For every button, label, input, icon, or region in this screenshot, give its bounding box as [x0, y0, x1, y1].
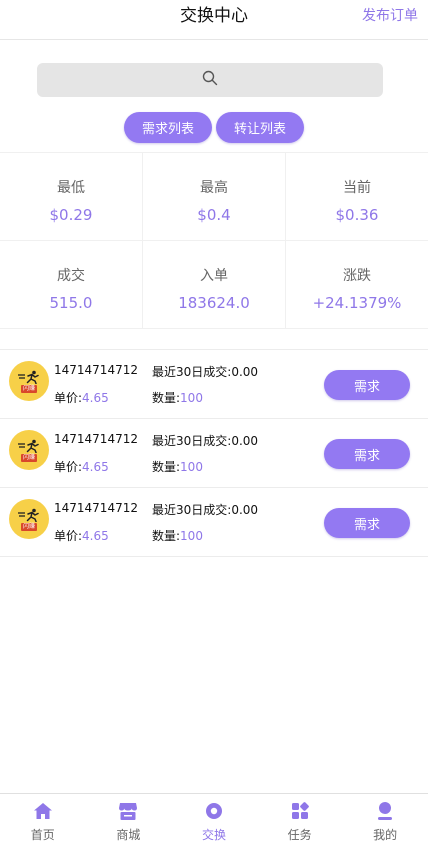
runner-logo-icon — [18, 439, 39, 453]
stat-current: 当前 $0.36 — [286, 153, 428, 240]
avatar-badge-text: 闪赚 — [20, 384, 37, 393]
list-item: 闪赚 14714714712 单价:4.65 最近30日成交:0.00 数量:1… — [0, 350, 428, 419]
list-item: 闪赚 14714714712 单价:4.65 最近30日成交:0.00 数量:1… — [0, 419, 428, 488]
tab-label: 交换 — [201, 828, 226, 842]
user-phone: 14714714712 — [54, 501, 138, 515]
stat-volume: 成交 515.0 — [0, 241, 143, 328]
recent-trades: 最近30日成交:0.00 — [152, 363, 258, 380]
stat-value: 515.0 — [49, 294, 93, 312]
tab-profile[interactable]: 我的 — [342, 794, 428, 844]
recent-trades-label: 最近30日成交: — [152, 434, 232, 448]
avatar: 闪赚 — [9, 499, 49, 539]
quantity-value: 100 — [180, 391, 203, 405]
tab-exchange[interactable]: 交换 — [171, 794, 257, 844]
transfer-list-button[interactable]: 转让列表 — [216, 112, 304, 143]
runner-logo-icon — [18, 370, 39, 384]
unit-price-label: 单价: — [54, 460, 83, 474]
home-icon — [32, 800, 54, 822]
tab-store[interactable]: 商城 — [86, 794, 172, 844]
stat-value: +24.1379% — [312, 294, 402, 312]
demand-button[interactable]: 需求 — [324, 439, 410, 469]
stat-label: 最高 — [200, 180, 228, 196]
avatar-badge-text: 闪赚 — [20, 453, 37, 462]
stat-label: 涨跌 — [343, 268, 371, 284]
profile-icon — [374, 800, 396, 822]
unit-price-value: 4.65 — [82, 391, 109, 405]
stat-label: 入单 — [200, 268, 228, 284]
unit-price-value: 4.65 — [82, 529, 109, 543]
avatar: 闪赚 — [9, 361, 49, 401]
tasks-icon — [289, 800, 311, 822]
unit-price-label: 单价: — [54, 391, 83, 405]
unit-price: 单价:4.65 — [54, 389, 109, 406]
recent-trades: 最近30日成交:0.00 — [152, 501, 258, 518]
unit-price: 单价:4.65 — [54, 527, 109, 544]
recent-trades: 最近30日成交:0.00 — [152, 432, 258, 449]
demand-button[interactable]: 需求 — [324, 370, 410, 400]
list-toggle-group: 需求列表 转让列表 — [0, 112, 428, 143]
user-phone: 14714714712 — [54, 432, 138, 446]
tab-label: 首页 — [30, 828, 55, 842]
market-stats: 最低 $0.29 最高 $0.4 当前 $0.36 成交 515.0 入单 18… — [0, 152, 428, 329]
unit-price-label: 单价: — [54, 529, 83, 543]
stat-value: $0.29 — [49, 206, 93, 224]
quantity-label: 数量: — [152, 460, 181, 474]
runner-logo-icon — [18, 508, 39, 522]
tab-tasks[interactable]: 任务 — [257, 794, 343, 844]
stat-orders-in: 入单 183624.0 — [143, 241, 286, 328]
recent-trades-label: 最近30日成交: — [152, 365, 232, 379]
quantity: 数量:100 — [152, 458, 203, 475]
avatar: 闪赚 — [9, 430, 49, 470]
stats-row: 最低 $0.29 最高 $0.4 当前 $0.36 — [0, 153, 428, 241]
recent-trades-label: 最近30日成交: — [152, 503, 232, 517]
exchange-icon — [203, 800, 225, 822]
search-icon — [202, 70, 218, 90]
demand-button[interactable]: 需求 — [324, 508, 410, 538]
stat-value: 183624.0 — [178, 294, 250, 312]
stats-row: 成交 515.0 入单 183624.0 涨跌 +24.1379% — [0, 241, 428, 329]
stat-value: $0.4 — [197, 206, 231, 224]
stat-change: 涨跌 +24.1379% — [286, 241, 428, 328]
list-item: 闪赚 14714714712 单价:4.65 最近30日成交:0.00 数量:1… — [0, 488, 428, 557]
unit-price-value: 4.65 — [82, 460, 109, 474]
quantity: 数量:100 — [152, 389, 203, 406]
unit-price: 单价:4.65 — [54, 458, 109, 475]
search-bar[interactable] — [37, 63, 383, 97]
stat-label: 当前 — [343, 180, 371, 196]
bottom-tab-bar: 首页 商城 交换 任务 我的 — [0, 793, 428, 844]
publish-order-link[interactable]: 发布订单 — [362, 0, 418, 32]
tab-label: 我的 — [373, 828, 398, 842]
search-section — [0, 40, 428, 97]
user-phone: 14714714712 — [54, 363, 138, 377]
recent-trades-value: 0.00 — [231, 503, 259, 517]
stat-lowest: 最低 $0.29 — [0, 153, 143, 240]
recent-trades-value: 0.00 — [231, 365, 259, 379]
tab-label: 商城 — [116, 828, 141, 842]
order-list: 闪赚 14714714712 单价:4.65 最近30日成交:0.00 数量:1… — [0, 349, 428, 557]
quantity-value: 100 — [180, 529, 203, 543]
demand-list-button[interactable]: 需求列表 — [124, 112, 212, 143]
recent-trades-value: 0.00 — [231, 434, 259, 448]
avatar-badge-text: 闪赚 — [20, 522, 37, 531]
tab-home[interactable]: 首页 — [0, 794, 86, 844]
quantity-label: 数量: — [152, 529, 181, 543]
stat-label: 成交 — [57, 268, 85, 284]
stat-label: 最低 — [57, 180, 85, 196]
quantity: 数量:100 — [152, 527, 203, 544]
tab-label: 任务 — [287, 828, 312, 842]
stat-highest: 最高 $0.4 — [143, 153, 286, 240]
stat-value: $0.36 — [335, 206, 379, 224]
quantity-value: 100 — [180, 460, 203, 474]
top-bar: 交换中心 发布订单 — [0, 0, 428, 40]
quantity-label: 数量: — [152, 391, 181, 405]
store-icon — [117, 800, 139, 822]
